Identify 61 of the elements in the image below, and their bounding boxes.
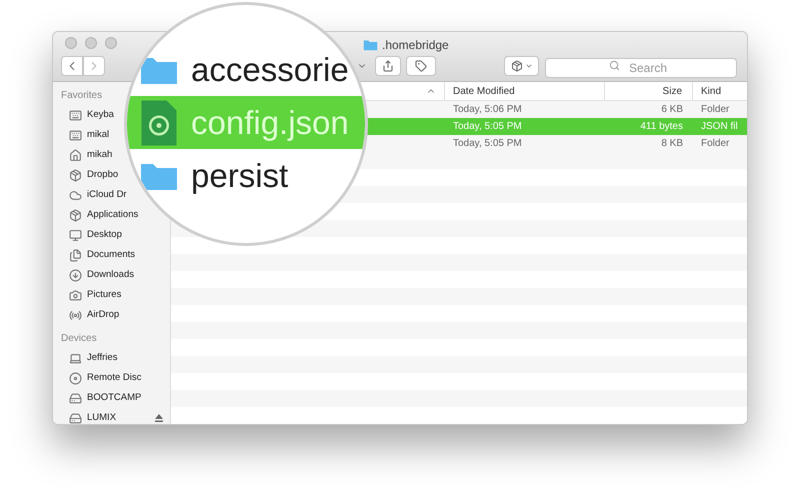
- sidebar-item[interactable]: Applications: [69, 208, 138, 222]
- sidebar-item[interactable]: mikal: [69, 128, 110, 142]
- sidebar-item[interactable]: Desktop: [69, 228, 122, 242]
- sidebar-item[interactable]: Documents: [69, 248, 136, 262]
- sidebar-header: Devices: [61, 332, 98, 346]
- drive-icon: [69, 412, 82, 424]
- sidebar-item[interactable]: Downloads: [69, 268, 134, 282]
- size-cell-text: 6 KB: [660, 103, 684, 117]
- laptop-icon: [69, 352, 82, 364]
- file-name: persist: [191, 156, 288, 196]
- share-button[interactable]: [375, 56, 401, 76]
- date-cell-text: Today, 5:05 PM: [452, 137, 523, 151]
- sidebar-item[interactable]: Keyba: [69, 108, 114, 122]
- date-cell-text: Today, 5:06 PM: [452, 103, 523, 117]
- sidebar-item[interactable]: iCloud Dr: [69, 188, 127, 202]
- sidebar-item[interactable]: Jeffries: [69, 351, 118, 365]
- box-icon: [69, 168, 82, 182]
- keyboard-icon: [69, 128, 82, 142]
- box-icon: [69, 208, 82, 222]
- radio-icon: [69, 308, 82, 322]
- keyboard-icon: [69, 108, 82, 122]
- disc-icon: [69, 372, 82, 384]
- size-cell-text: 8 KB: [660, 137, 684, 151]
- download-icon: [69, 268, 82, 282]
- size-cell-text: 411 bytes: [639, 120, 684, 134]
- sidebar-item[interactable]: Dropbo: [69, 168, 118, 182]
- camera-icon: [69, 288, 82, 302]
- date-cell-text: Today, 5:05 PM: [452, 120, 523, 134]
- tag-icon: [415, 60, 427, 72]
- sidebar-item[interactable]: BOOTCAMP: [69, 391, 142, 405]
- box-icon: [510, 60, 522, 72]
- column-header[interactable]: Kind: [693, 84, 747, 98]
- cloud-icon: [69, 188, 82, 202]
- back-button[interactable]: [61, 56, 83, 76]
- column-header[interactable]: Size: [605, 82, 693, 100]
- file-name: config.json: [191, 102, 349, 143]
- kind-cell-text: JSON fil: [700, 120, 739, 134]
- chevron-down-icon: [524, 62, 532, 70]
- sidebar-item[interactable]: Remote Disc: [69, 371, 142, 385]
- sidebar-item[interactable]: mikah: [69, 148, 112, 162]
- window-title: .homebridge: [382, 37, 449, 54]
- house-icon: [69, 148, 82, 162]
- documents-icon: [69, 248, 82, 262]
- sidebar-item[interactable]: AirDrop: [69, 308, 120, 322]
- sidebar-item[interactable]: LUMIX: [69, 411, 116, 424]
- dropbox-button[interactable]: [504, 56, 539, 76]
- folder-icon: [363, 39, 378, 51]
- kind-cell-text: Folder: [700, 103, 730, 117]
- search-icon: [609, 60, 620, 71]
- drive-icon: [69, 392, 82, 404]
- kind-cell-text: Folder: [700, 137, 730, 151]
- sidebar-header: Favorites: [61, 89, 104, 103]
- share-icon: [382, 60, 394, 72]
- file-name: accessorie: [191, 50, 349, 90]
- monitor-icon: [69, 228, 82, 242]
- eject-icon[interactable]: [155, 414, 163, 422]
- sidebar-item[interactable]: Pictures: [69, 288, 122, 302]
- column-header[interactable]: Date Modified: [445, 82, 605, 100]
- tag-button[interactable]: [406, 56, 436, 76]
- file-icon: [139, 98, 179, 148]
- search-field[interactable]: Search: [545, 58, 737, 78]
